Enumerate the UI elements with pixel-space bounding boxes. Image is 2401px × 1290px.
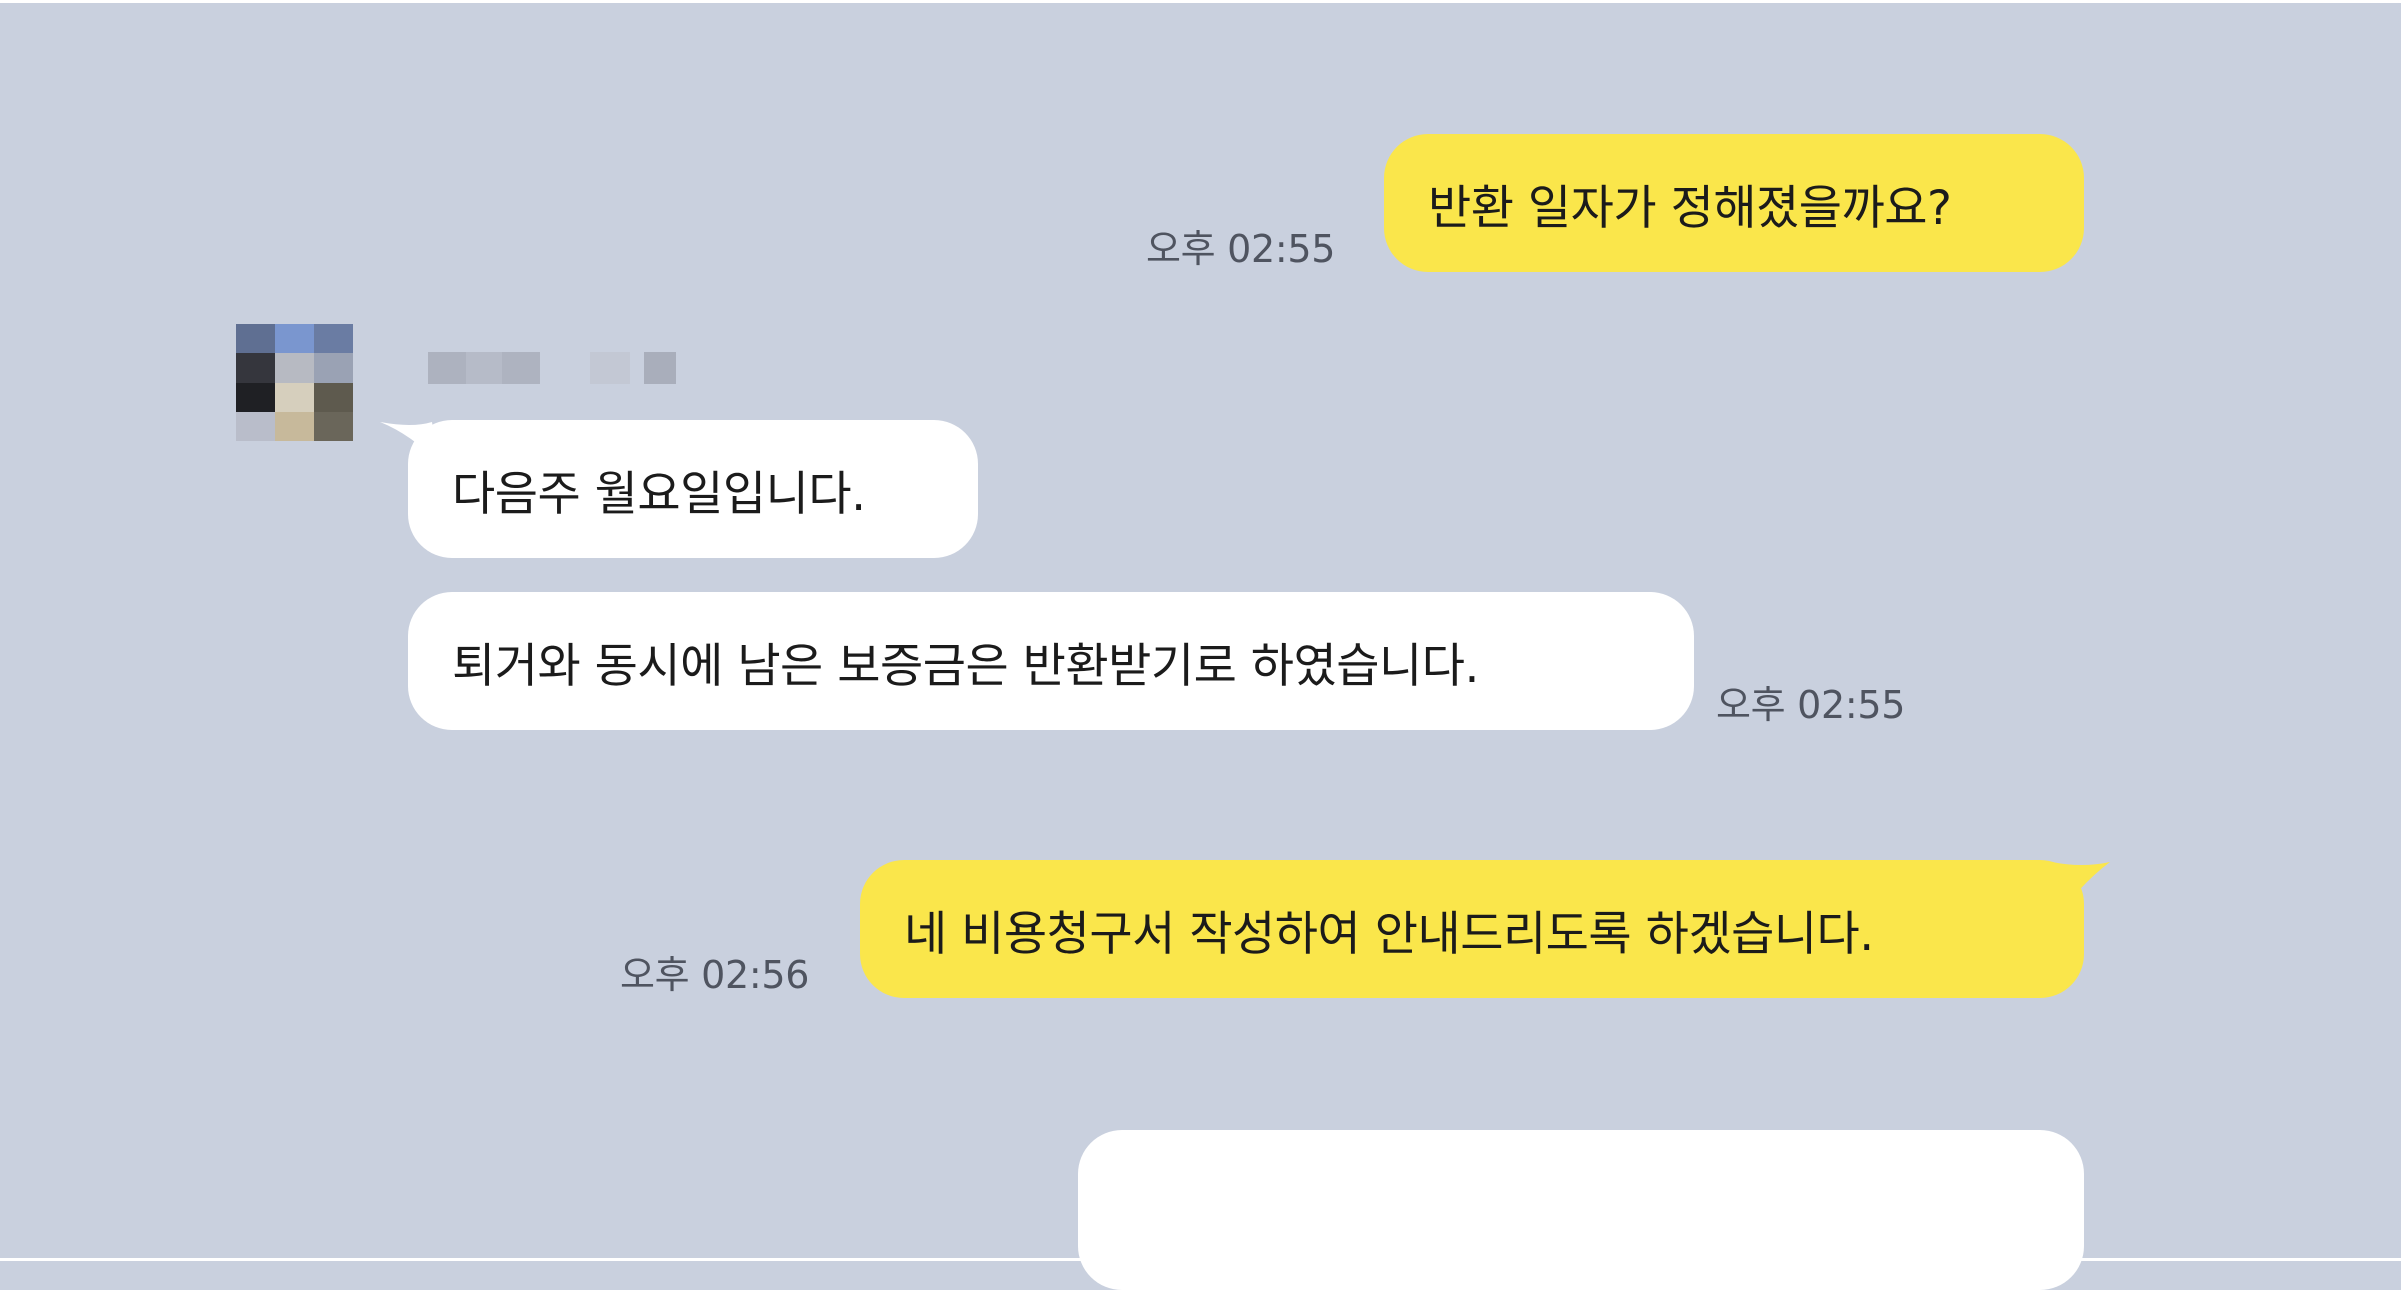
message-text: 네 비용청구서 작성하여 안내드리도록 하겠습니다. bbox=[904, 906, 1874, 962]
incoming-message-bubble[interactable] bbox=[1078, 1130, 2084, 1290]
message-timestamp: 오후 02:56 bbox=[620, 953, 810, 997]
message-text: 다음주 월요일입니다. bbox=[452, 466, 866, 522]
message-timestamp: 오후 02:55 bbox=[1716, 683, 1906, 727]
top-border bbox=[0, 0, 2401, 3]
outgoing-message-bubble[interactable]: 네 비용청구서 작성하여 안내드리도록 하겠습니다. bbox=[860, 860, 2084, 998]
message-text: 퇴거와 동시에 남은 보증금은 반환받기로 하였습니다. bbox=[452, 638, 1479, 694]
incoming-message-bubble[interactable]: 다음주 월요일입니다. bbox=[408, 420, 978, 558]
sender-avatar[interactable] bbox=[236, 324, 353, 441]
incoming-message-bubble[interactable]: 퇴거와 동시에 남은 보증금은 반환받기로 하였습니다. bbox=[408, 592, 1694, 730]
outgoing-bubble-tail bbox=[2052, 862, 2110, 906]
message-text: 반환 일자가 정해졌을까요? bbox=[1428, 180, 1952, 236]
sender-name bbox=[428, 352, 676, 384]
outgoing-message-bubble[interactable]: 반환 일자가 정해졌을까요? bbox=[1384, 134, 2084, 272]
message-timestamp: 오후 02:55 bbox=[1146, 227, 1336, 271]
